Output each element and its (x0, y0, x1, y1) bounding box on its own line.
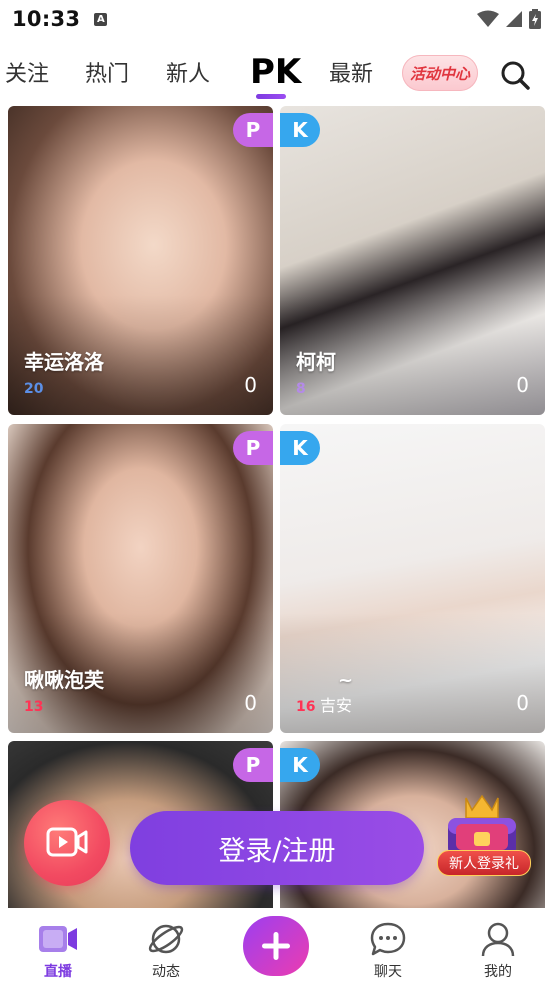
viewer-count: 0 (244, 691, 257, 715)
active-tab-indicator (256, 94, 286, 99)
nav-chat[interactable]: 聊天 (348, 908, 428, 984)
battery-icon (529, 9, 541, 29)
activity-center-button[interactable]: 活动中心 (402, 55, 478, 91)
nav-live[interactable]: 直播 (18, 908, 98, 984)
signal-icon (506, 11, 522, 27)
stream-card[interactable]: K 柯柯 8 0 (280, 106, 545, 415)
person-icon (481, 922, 515, 957)
streamer-name-suffix: 吉安 (320, 696, 353, 715)
pk-badge-k: K (280, 113, 320, 147)
streamer-name: 柯柯 (296, 350, 336, 374)
pk-badge-p: P (233, 748, 273, 782)
notification-a-icon: A (94, 12, 108, 26)
streamer-level: 16 (296, 699, 316, 715)
tab-pk[interactable]: PK (250, 46, 301, 98)
streamer-level: 13 (24, 699, 44, 715)
stream-card[interactable]: P 啾啾泡芙 13 0 (8, 424, 273, 733)
status-time: 10:33 (12, 7, 81, 31)
tab-latest[interactable]: 最新 (329, 46, 373, 98)
viewer-count: 0 (516, 373, 529, 397)
streamer-level: 20 (24, 381, 44, 397)
category-tabs: 关注 热门 新人 PK 最新 活动中心 (0, 46, 553, 102)
streamer-name: 幸运洛洛 (24, 350, 104, 374)
viewer-count: 0 (244, 373, 257, 397)
login-register-button[interactable]: 登录/注册 (130, 811, 424, 885)
tab-hot[interactable]: 热门 (85, 46, 129, 98)
stream-card[interactable]: K ~ 16 吉安 0 (280, 424, 545, 733)
nav-mine[interactable]: 我的 (458, 908, 538, 984)
pk-badge-p: P (233, 431, 273, 465)
new-user-gift-label[interactable]: 新人登录礼 (437, 850, 531, 876)
viewer-count: 0 (516, 691, 529, 715)
stream-card[interactable]: P 幸运洛洛 20 0 (8, 106, 273, 415)
pk-badge-k: K (280, 748, 320, 782)
nav-label: 直播 (44, 964, 72, 980)
plus-icon (262, 932, 290, 960)
video-camera-icon (46, 827, 88, 857)
chat-bubble-icon (370, 922, 406, 956)
streamer-name: 啾啾泡芙 (24, 668, 104, 692)
live-video-icon (39, 926, 77, 952)
nav-label: 我的 (484, 964, 512, 980)
search-icon[interactable] (498, 58, 532, 92)
pk-badge-k: K (280, 431, 320, 465)
create-button[interactable] (243, 916, 309, 976)
start-live-button[interactable] (24, 800, 110, 886)
nav-moments[interactable]: 动态 (126, 908, 206, 984)
nav-label: 动态 (152, 964, 180, 980)
wifi-icon (477, 10, 499, 27)
planet-icon (148, 924, 184, 954)
nav-label: 聊天 (374, 964, 402, 980)
tab-follow[interactable]: 关注 (5, 46, 49, 98)
pk-badge-p: P (233, 113, 273, 147)
tab-new-people[interactable]: 新人 (166, 46, 210, 98)
streamer-level: 8 (296, 381, 306, 397)
streamer-name: ~ (338, 670, 354, 691)
status-bar: 10:33 A (0, 0, 553, 38)
